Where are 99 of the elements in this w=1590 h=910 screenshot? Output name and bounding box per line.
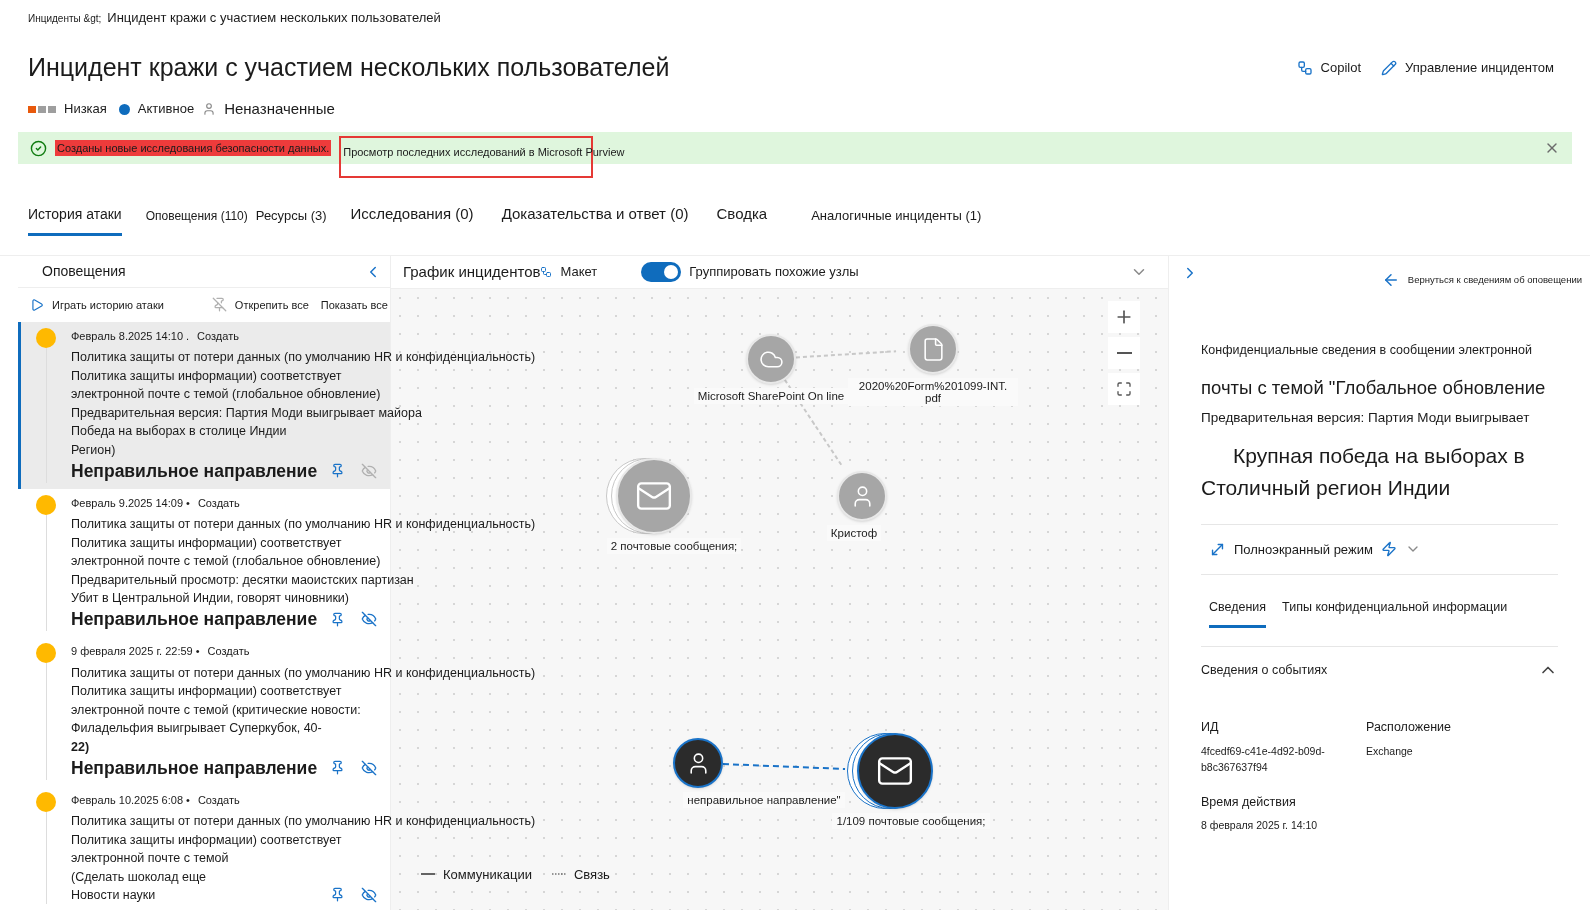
alert-title: Неправильное направление	[71, 459, 319, 483]
hide-icon[interactable]	[361, 759, 377, 776]
mail-node[interactable]	[847, 733, 933, 809]
show-all-button[interactable]: Показать все	[320, 296, 388, 314]
play-attack-story-button[interactable]: Играть историю атаки	[30, 296, 164, 314]
detail-heading: Крупная победа на выборах в Столичный регион Индии	[1201, 442, 1526, 501]
tab[interactable]: Аналогичные инциденты (1)	[811, 205, 982, 236]
field-value: Exchange	[1366, 743, 1414, 759]
tab[interactable]: Оповещения (110)	[145, 207, 248, 236]
alert-action: Создать	[197, 328, 239, 344]
tab[interactable]: Доказательства и ответ (0)	[501, 202, 689, 236]
person-icon	[202, 102, 217, 116]
alert-action: Создать	[197, 495, 240, 511]
alert-text: Новости науки	[71, 887, 156, 902]
alert-title: Неправильное направление	[71, 608, 319, 632]
check-circle-icon	[30, 139, 47, 157]
tab[interactable]: Типы конфиденциальной информации	[1282, 598, 1508, 628]
alert-text: Политика защиты от потери данных (по умолчанию HR и конфиденциальность)	[71, 517, 536, 532]
alert-text: Политика защиты информации) соответствует	[71, 368, 342, 383]
alert-text: Убит в Центральной Индии, говорят чиновники)	[71, 591, 349, 606]
alert-text: Регион)	[71, 443, 116, 457]
severity-label: Низкая	[64, 100, 107, 119]
mail-node[interactable]	[606, 458, 692, 534]
assignee-label: Неназначенные	[224, 98, 335, 119]
back-link[interactable]: Вернуться к сведениям об оповещении	[1381, 271, 1582, 289]
alert-text: Предварительная версия: Партия Моди выигрывает майора	[71, 405, 422, 420]
unpin-icon	[211, 297, 227, 313]
field-label: Время действия	[1201, 793, 1297, 811]
legend-label: Связь	[573, 865, 610, 884]
pin-icon[interactable]	[330, 463, 345, 479]
pin-icon[interactable]	[330, 611, 345, 627]
alert-text: Политика защиты от потери данных (по умолчанию HR и конфиденциальность)	[71, 665, 536, 680]
alert-date: Февраль 9.2025 14:09 •	[71, 495, 190, 511]
tab[interactable]: Исследования (0)	[350, 202, 474, 236]
alert-text: электронной почте с темой	[71, 851, 229, 866]
banner-message: Созданы новые исследования безопасности данных.	[55, 139, 332, 157]
alert-text: электронной почте с темой (глобальное обновление)	[71, 387, 381, 402]
alert-action: Создать	[207, 644, 250, 660]
detail-heading: Предварительная версия: Партия Моди выигрывает	[1201, 408, 1531, 427]
tab[interactable]: История атаки	[28, 204, 122, 236]
group-toggle[interactable]	[641, 262, 682, 282]
section-title: Сведения о событиях	[1201, 661, 1328, 679]
alert-text: Предварительный просмотр: десятки маоистских партизан	[71, 572, 414, 587]
alert-text: Политика защиты от потери данных (по умолчанию HR и конфиденциальность)	[71, 350, 536, 365]
breadcrumb-current: Инцидент кражи с участием нескольких пользователей	[107, 9, 441, 28]
detail-heading: почты с темой "Глобальное обновление	[1201, 375, 1547, 400]
alert-date: Февраль 10.2025 6:08 •	[71, 792, 190, 808]
field-label: ИД	[1201, 718, 1220, 736]
alert-text: 22)	[71, 739, 90, 754]
layout-button[interactable]: Макет	[560, 262, 598, 282]
field-value: 8 февраля 2025 г. 14:10	[1201, 818, 1319, 834]
alert-text: (Сделать шоколад еще	[71, 869, 207, 884]
page-title: Инцидент кражи с участием нескольких пользователей	[28, 52, 670, 84]
field-value: 4fcedf69-c41e-4d92-b09d-b8c367637f94	[1201, 743, 1326, 775]
alert-text: Политика защиты информации) соответствует	[71, 535, 342, 550]
file-node[interactable]	[908, 324, 958, 374]
cloud-node[interactable]	[746, 334, 796, 384]
breadcrumb-link[interactable]: Инциденты &gt;	[28, 10, 102, 26]
graph-title: График инцидентов	[403, 261, 541, 282]
lightning-icon	[1380, 541, 1397, 558]
alert-text: электронной почте с темой (критические новости:	[71, 702, 361, 717]
alert-text: Филадельфия выигрывает Суперкубок, 40-	[71, 721, 322, 736]
toggle-label: Группировать похожие узлы	[689, 263, 859, 282]
solid-line-icon	[421, 872, 435, 877]
legend-label: Коммуникации	[443, 865, 532, 884]
field-label: Расположение	[1366, 718, 1452, 736]
alert-date: 9 февраля 2025 г. 22:59 •	[71, 644, 200, 660]
manage-incident-button[interactable]: Управление инцидентом	[1381, 58, 1554, 78]
copilot-button[interactable]: Copilot	[1296, 58, 1361, 78]
status-label: Активное	[137, 100, 195, 119]
panel-title: Оповещения	[42, 262, 126, 282]
pencil-icon	[1381, 60, 1397, 76]
tab[interactable]: Сведения	[1209, 598, 1267, 628]
alert-text: Политика защиты информации) соответствует	[71, 684, 342, 699]
dotted-line-icon	[551, 872, 566, 877]
hide-icon[interactable]	[361, 886, 377, 903]
alert-text: Политика защиты информации) соответствует	[71, 832, 342, 847]
hide-icon[interactable]	[361, 611, 377, 628]
alert-text: Победа на выборах в столице Индии	[71, 424, 287, 439]
tab[interactable]: Ресурсы (3)	[255, 205, 327, 236]
alert-action: Создать	[197, 792, 240, 808]
detail-heading: Конфиденциальные сведения в сообщении электронной	[1201, 342, 1533, 359]
tab[interactable]: Сводка	[716, 202, 768, 236]
fit-view-button[interactable]	[1108, 373, 1140, 405]
layout-icon	[540, 266, 553, 278]
minus-icon	[1116, 352, 1132, 354]
play-icon	[30, 297, 44, 312]
fit-view-icon	[1116, 381, 1132, 397]
person-node[interactable]	[673, 738, 723, 788]
unpin-all-button[interactable]: Открепить все	[211, 296, 309, 314]
fullscreen-button[interactable]: Полноэкранный режим	[1209, 539, 1373, 559]
pin-icon[interactable]	[330, 760, 345, 776]
zoom-out-button[interactable]	[1108, 337, 1140, 369]
alert-text: Политика защиты от потери данных (по умолчанию HR и конфиденциальность)	[71, 814, 536, 829]
alert-text: электронной почте с темой (глобальное обновление)	[71, 554, 381, 569]
alert-date: Февраль 8.2025 14:10 .	[71, 328, 190, 344]
alert-title: Неправильное направление	[71, 756, 319, 780]
pin-icon[interactable]	[330, 887, 345, 903]
zoom-in-button[interactable]	[1108, 301, 1140, 333]
